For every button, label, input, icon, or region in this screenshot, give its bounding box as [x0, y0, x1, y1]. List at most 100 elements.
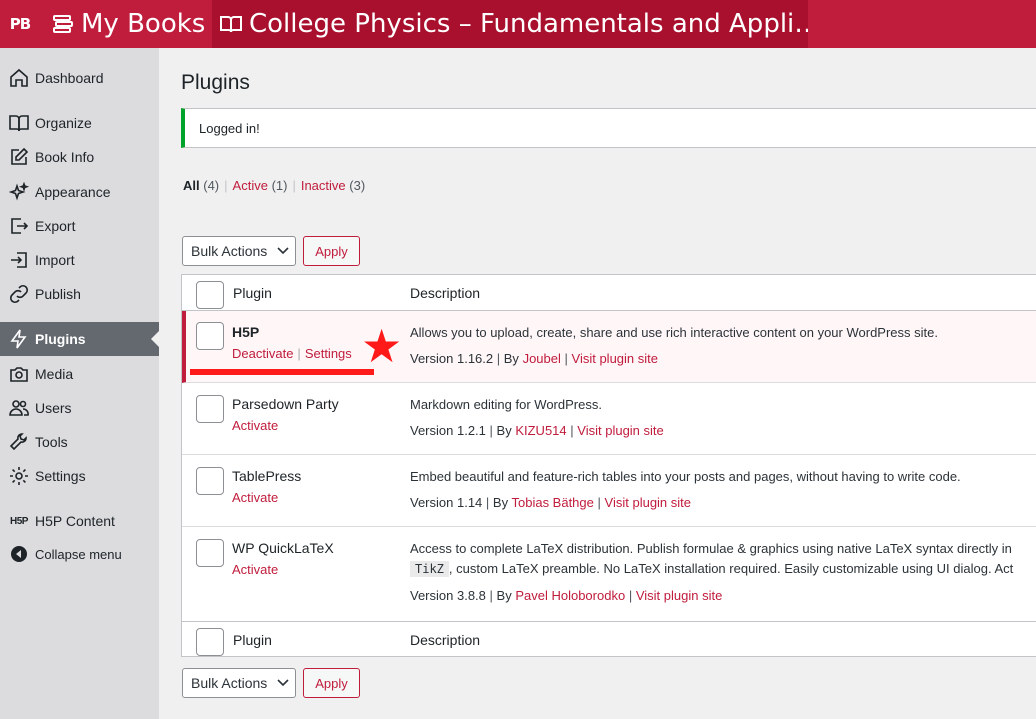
action-separator: | [297, 346, 301, 361]
sidebar-item-label: Collapse menu [35, 546, 122, 562]
filter-all[interactable]: All [183, 178, 200, 193]
bulk-actions-select[interactable]: Bulk Actions [182, 236, 296, 266]
plugin-meta: Version 1.16.2 | By Joubel | Visit plugi… [410, 351, 658, 366]
deactivate-link[interactable]: Deactivate [232, 346, 293, 361]
sidebar-item-label: Users [35, 400, 72, 416]
pressbooks-logo[interactable]: PB [0, 0, 40, 48]
select-all-checkbox-footer[interactable] [196, 628, 224, 656]
description-line-2: , custom LaTeX preamble. No LaTeX instal… [448, 561, 1014, 576]
plugin-checkbox[interactable] [196, 539, 224, 567]
sidebar-item-tools[interactable]: Tools [0, 425, 159, 459]
plugin-name: Parsedown Party [232, 396, 339, 412]
book-title: College Physics – Fundamentals and Appli… [249, 9, 808, 39]
by-label: By [492, 495, 509, 510]
activate-link[interactable]: Activate [232, 562, 278, 577]
apply-button-bottom[interactable]: Apply [303, 668, 360, 698]
filter-inactive[interactable]: Inactive [301, 178, 346, 193]
plugin-author-link[interactable]: Joubel [523, 351, 561, 366]
plugin-author-link[interactable]: Pavel Holoborodko [515, 588, 625, 603]
sidebar-item-label: H5P Content [35, 513, 115, 529]
bulk-actions-value: Bulk Actions [191, 243, 268, 259]
logo-text: PB [9, 15, 31, 33]
edit-icon [8, 146, 30, 168]
plugin-checkbox[interactable] [196, 467, 224, 495]
sidebar-item-users[interactable]: Users [0, 391, 159, 425]
plugin-version: Version 3.8.8 [410, 588, 486, 603]
column-header-plugin: Plugin [233, 285, 272, 301]
description-code: TikZ [410, 561, 449, 577]
plugin-version: Version 1.2.1 [410, 423, 486, 438]
bulk-actions-bottom: Bulk Actions Apply [182, 668, 360, 698]
plugin-name: H5P [232, 324, 260, 340]
filter-active[interactable]: Active [233, 178, 268, 193]
my-books-link[interactable]: My Books [40, 0, 212, 48]
sidebar-item-plugins[interactable]: Plugins [0, 322, 159, 356]
annotation-star-icon: ★ [361, 320, 403, 372]
sidebar-collapse-menu[interactable]: Collapse menu [0, 537, 159, 571]
sidebar-item-import[interactable]: Import [0, 243, 159, 277]
filter-separator: | [224, 178, 228, 193]
books-stack-icon [53, 15, 73, 33]
column-footer-plugin: Plugin [233, 632, 272, 648]
activate-link[interactable]: Activate [232, 490, 278, 505]
settings-link[interactable]: Settings [305, 346, 352, 361]
visit-plugin-site-link[interactable]: Visit plugin site [577, 423, 663, 438]
plugin-row-tablepress: TablePress Activate Embed beautiful and … [182, 455, 1036, 527]
sidebar-item-book-info[interactable]: Book Info [0, 140, 159, 174]
column-header-description: Description [410, 285, 481, 301]
admin-top-bar: PB My Books College Physics – Fundamenta… [0, 0, 1036, 48]
activate-link[interactable]: Activate [232, 418, 278, 433]
plugin-version: Version 1.16.2 [410, 351, 494, 366]
select-all-checkbox[interactable] [196, 281, 224, 309]
page-title: Plugins [181, 71, 250, 94]
plugin-actions: Deactivate | Settings [232, 346, 352, 361]
apply-button[interactable]: Apply [303, 236, 360, 266]
plugin-description: Markdown editing for WordPress. [410, 397, 602, 412]
bulk-actions-select-bottom[interactable]: Bulk Actions [182, 668, 296, 698]
sidebar-item-appearance[interactable]: Appearance [0, 175, 159, 209]
filter-separator: | [292, 178, 296, 193]
plugin-row-parsedown-party: Parsedown Party Activate Markdown editin… [182, 383, 1036, 455]
plugin-description: Allows you to upload, create, share and … [410, 325, 938, 340]
plugin-author-link[interactable]: Tobias Bäthge [511, 495, 593, 510]
book-open-icon [220, 16, 242, 33]
plugin-name: TablePress [232, 468, 302, 484]
sidebar-item-settings[interactable]: Settings [0, 459, 159, 493]
notice-text: Logged in! [199, 120, 260, 136]
filter-inactive-count: (3) [349, 178, 366, 193]
plugin-name: WP QuickLaTeX [232, 540, 334, 556]
meta-separator: | [597, 495, 601, 510]
sidebar-item-media[interactable]: Media [0, 357, 159, 391]
gear-icon [8, 465, 30, 487]
visit-plugin-site-link[interactable]: Visit plugin site [572, 351, 658, 366]
filter-active-count: (1) [271, 178, 288, 193]
visit-plugin-site-link[interactable]: Visit plugin site [636, 588, 722, 603]
plugins-bolt-icon [8, 328, 30, 350]
plugin-row-h5p: H5P Deactivate | Settings Allows you to up… [182, 311, 1036, 383]
bulk-actions-top: Bulk Actions Apply [182, 236, 360, 266]
sidebar-item-organize[interactable]: Organize [0, 106, 159, 140]
sparkle-icon [8, 181, 30, 203]
by-label: By [496, 423, 512, 438]
link-icon [8, 283, 30, 305]
table-header: Plugin Description [182, 275, 1036, 311]
plugin-actions: Activate [232, 418, 278, 433]
plugin-author-link[interactable]: KIZU514 [515, 423, 566, 438]
meta-separator: | [489, 423, 493, 438]
plugin-meta: Version 3.8.8 | By Pavel Holoborodko | V… [410, 588, 722, 603]
sidebar-item-label: Appearance [35, 184, 111, 200]
plugin-checkbox[interactable] [196, 395, 224, 423]
bulk-actions-value: Bulk Actions [191, 675, 268, 691]
sidebar-item-label: Organize [35, 115, 92, 131]
export-icon [8, 215, 30, 237]
sidebar-item-dashboard[interactable]: Dashboard [0, 61, 159, 95]
sidebar-item-h5p-content[interactable]: H5P H5P Content [0, 504, 159, 538]
plugin-checkbox[interactable] [196, 322, 224, 350]
sidebar-item-publish[interactable]: Publish [0, 277, 159, 311]
current-book-link[interactable]: College Physics – Fundamentals and Appli… [212, 0, 808, 48]
sidebar-item-export[interactable]: Export [0, 209, 159, 243]
visit-plugin-site-link[interactable]: Visit plugin site [605, 495, 691, 510]
plugin-actions: Activate [232, 490, 278, 505]
annotation-underline [190, 369, 374, 375]
sidebar-item-label: Publish [35, 286, 81, 302]
